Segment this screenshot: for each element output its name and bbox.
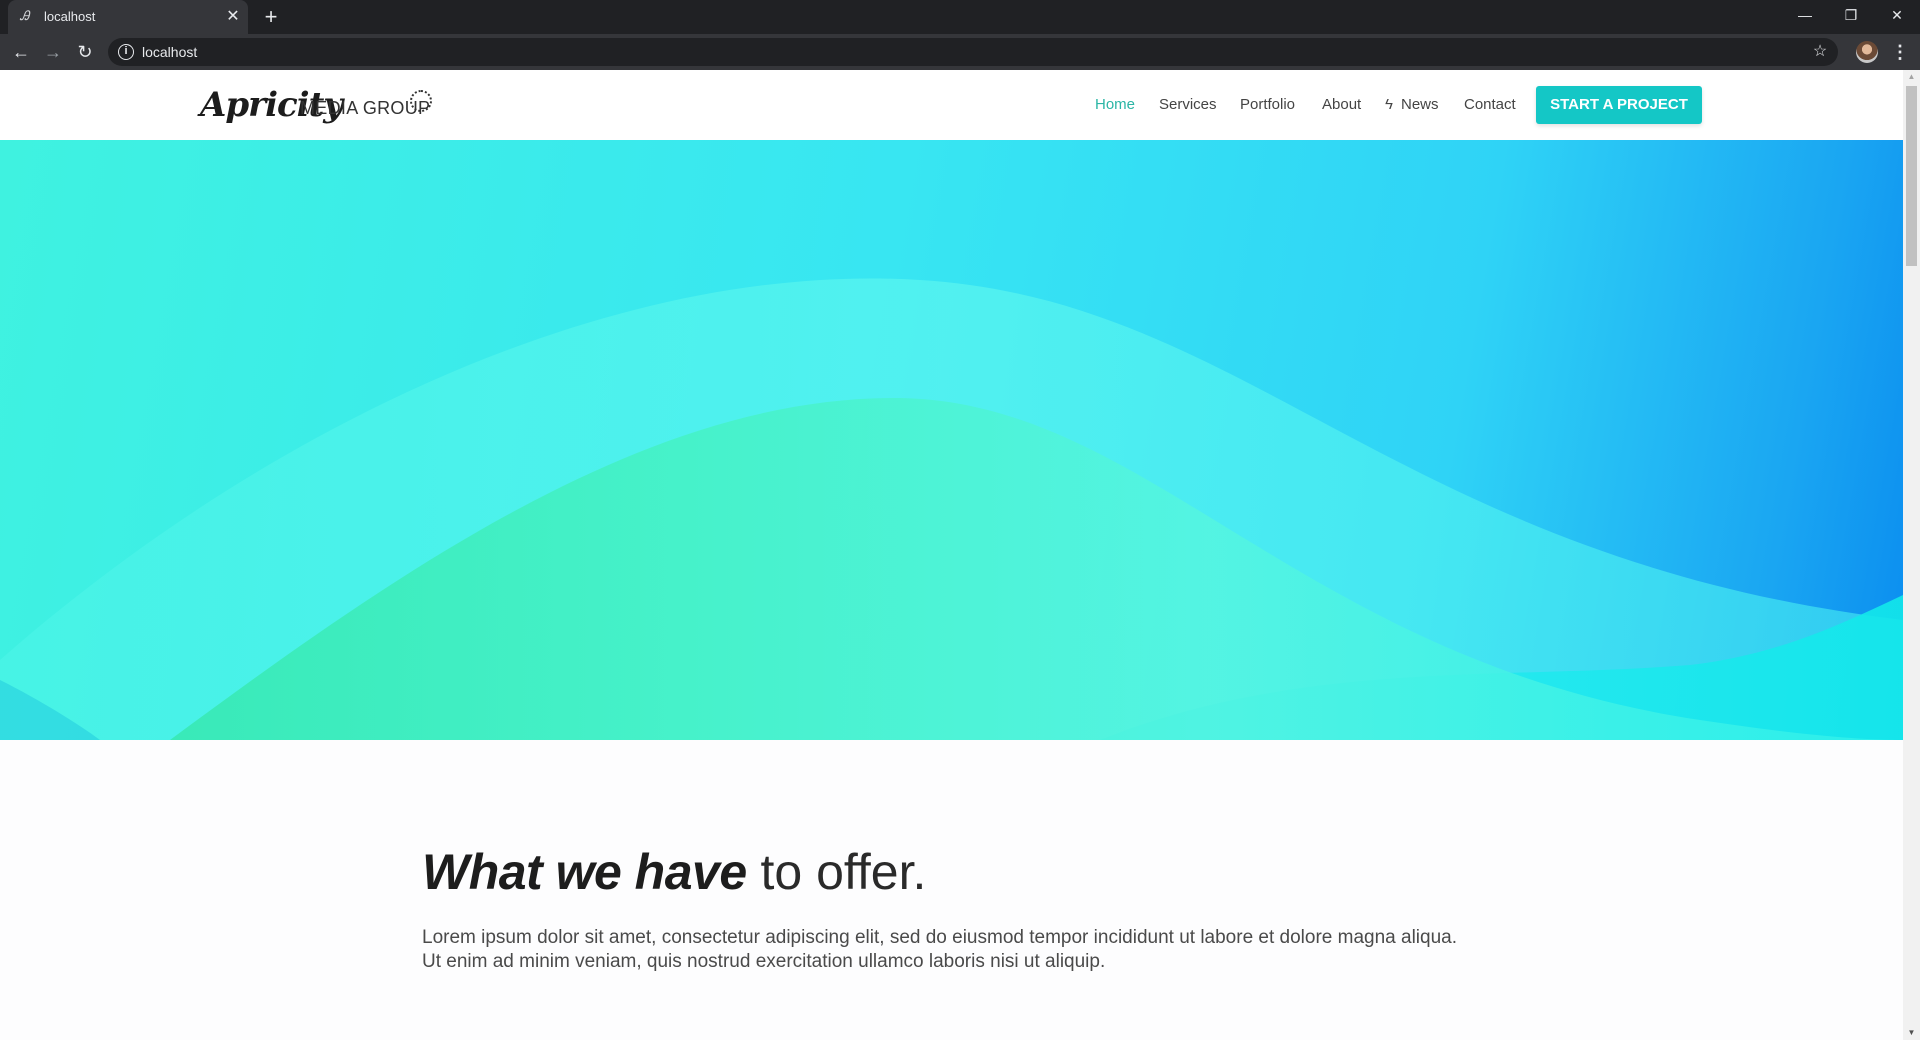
address-bar[interactable]: i localhost ☆: [108, 38, 1838, 66]
page-viewport: Apricity MEDIA GROUP Home Services Portf…: [0, 70, 1920, 1040]
start-project-button[interactable]: START A PROJECT: [1536, 86, 1702, 124]
scroll-down-arrow-icon[interactable]: ▼: [1903, 1026, 1920, 1040]
logo-spinner-icon: [410, 90, 432, 112]
new-tab-button[interactable]: +: [260, 6, 282, 28]
browser-toolbar: ← → ↻ i localhost ☆ ⋮: [0, 34, 1920, 70]
site-logo[interactable]: Apricity MEDIA GROUP: [200, 84, 440, 126]
forward-button[interactable]: →: [40, 39, 66, 65]
offer-description: Lorem ipsum dolor sit amet, consectetur …: [422, 927, 1458, 972]
nav-news-label: News: [1401, 96, 1439, 113]
browser-tab[interactable]: Ꭿ localhost ✕: [8, 0, 248, 34]
restore-button[interactable]: ❐: [1828, 0, 1874, 30]
close-window-button[interactable]: ✕: [1874, 0, 1920, 30]
site-header: Apricity MEDIA GROUP Home Services Portf…: [0, 70, 1903, 140]
site-info-icon[interactable]: i: [118, 44, 134, 60]
page-scrollbar[interactable]: ▲ ▼: [1903, 70, 1920, 1040]
hero-waves: [0, 278, 1903, 740]
offer-headline: What we have to offer.: [422, 842, 926, 902]
lightning-icon: ϟ: [1385, 96, 1393, 113]
bookmark-star-icon[interactable]: ☆: [1810, 42, 1830, 62]
nav-contact[interactable]: Contact: [1464, 94, 1516, 116]
hero-banner: [0, 140, 1903, 740]
address-text[interactable]: localhost: [142, 44, 197, 60]
tab-title: localhost: [44, 9, 96, 24]
favicon-icon: Ꭿ: [20, 9, 30, 24]
reload-button[interactable]: ↻: [72, 39, 98, 65]
nav-about[interactable]: About: [1322, 94, 1361, 116]
offer-section: What we have to offer. Lorem ipsum dolor…: [0, 740, 1903, 1040]
browser-tab-bar: Ꭿ localhost ✕ + — ❐ ✕: [0, 0, 1920, 34]
nav-services[interactable]: Services: [1159, 94, 1217, 116]
profile-avatar[interactable]: [1856, 41, 1878, 63]
headline-bold: What we have: [422, 844, 747, 900]
scroll-thumb[interactable]: [1906, 86, 1917, 266]
headline-light: to offer.: [746, 844, 927, 900]
scroll-up-arrow-icon[interactable]: ▲: [1903, 70, 1920, 84]
minimize-button[interactable]: —: [1782, 0, 1828, 30]
browser-menu-icon[interactable]: ⋮: [1888, 39, 1912, 65]
back-button[interactable]: ←: [8, 39, 34, 65]
nav-home[interactable]: Home: [1095, 94, 1135, 116]
close-tab-icon[interactable]: ✕: [224, 8, 242, 26]
nav-portfolio[interactable]: Portfolio: [1240, 94, 1295, 116]
